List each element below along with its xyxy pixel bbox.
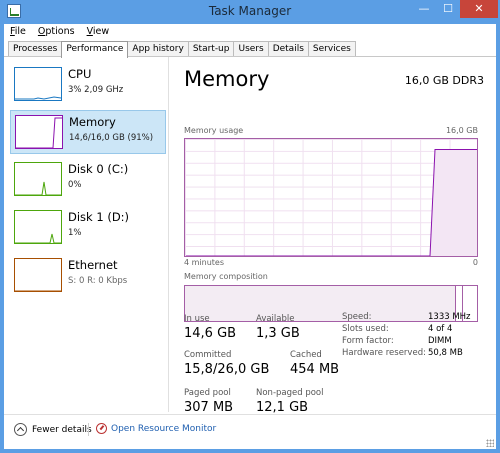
sidebar-cpu-value: 3% 2,09 GHz [68, 85, 124, 95]
menu-options-rest: ptions [45, 26, 75, 37]
sidebar-item-cpu[interactable]: CPU 3% 2,09 GHz [10, 63, 166, 107]
resource-monitor-icon [96, 423, 107, 434]
sidebar-disk1-value: 1% [68, 228, 82, 238]
spec-hardware-reserved-value: 50,8 MB [428, 348, 463, 358]
stat-committed: Committed 15,8/26,0 GB [184, 350, 269, 377]
spec-speed: Speed: 1333 MHz [342, 312, 482, 324]
fewer-details-button[interactable]: Fewer details [14, 423, 92, 436]
spec-speed-key: Speed: [342, 312, 372, 322]
stat-non-paged-pool-label: Non-paged pool [256, 388, 324, 398]
cpu-thumbnail-graph [14, 67, 62, 101]
memory-usage-graph [184, 138, 478, 257]
menu-bar: File Options View [4, 24, 496, 39]
stat-cached-label: Cached [290, 350, 322, 360]
sidebar-cpu-name: CPU [68, 67, 92, 81]
stat-paged-pool-label: Paged pool [184, 388, 231, 398]
sidebar-item-disk0[interactable]: Disk 0 (C:) 0% [10, 158, 166, 202]
spec-form-factor-value: DIMM [428, 336, 452, 346]
stat-available-label: Available [256, 314, 295, 324]
memory-spec: 16,0 GB DDR3 [404, 74, 484, 87]
tab-services[interactable]: Services [307, 41, 356, 57]
fewer-details-label: Fewer details [32, 424, 92, 435]
window-client: File Options View Processes Performance … [4, 24, 496, 449]
tab-processes[interactable]: Processes [8, 41, 63, 57]
memory-usage-label: Memory usage [184, 126, 244, 135]
stat-in-use-label: In use [184, 314, 210, 324]
memory-composition-label: Memory composition [184, 272, 268, 281]
disk0-thumbnail-graph [14, 162, 62, 196]
spec-slots-value: 4 of 4 [428, 324, 453, 334]
menu-file-rest: ile [14, 26, 26, 37]
sidebar-item-memory[interactable]: Memory 14,6/16,0 GB (91%) [10, 110, 166, 154]
memory-specs: Speed: 1333 MHz Slots used: 4 of 4 Form fa… [342, 312, 482, 360]
title-bar[interactable]: Task Manager — ☐ ✕ [0, 0, 500, 24]
stat-in-use: In use 14,6 GB [184, 314, 236, 341]
memory-usage-area [430, 149, 477, 256]
sidebar-memory-value: 14,6/16,0 GB (91%) [69, 133, 154, 143]
minimize-button[interactable]: — [412, 0, 436, 18]
ethernet-thumbnail-graph [14, 258, 62, 292]
sidebar-memory-name: Memory [69, 115, 116, 129]
stat-non-paged-pool-value: 12,1 GB [256, 400, 309, 415]
tab-start-up[interactable]: Start-up [187, 41, 235, 57]
tab-app-history[interactable]: App history [127, 41, 189, 57]
footer-separator [88, 423, 89, 436]
spec-form-factor-key: Form factor: [342, 336, 394, 346]
memory-usage-max: 16,0 GB [445, 126, 478, 135]
sidebar-disk1-name: Disk 1 (D:) [68, 210, 130, 224]
tab-users[interactable]: Users [233, 41, 269, 57]
stat-cached: Cached 454 MB [290, 350, 339, 377]
spec-speed-value: 1333 MHz [428, 312, 471, 322]
tab-performance[interactable]: Performance [61, 41, 129, 58]
disk1-thumbnail-graph [14, 210, 62, 244]
memory-thumbnail-graph [15, 115, 63, 149]
stat-in-use-value: 14,6 GB [184, 326, 237, 341]
menu-view-rest: iew [92, 26, 110, 37]
sidebar-item-ethernet[interactable]: Ethernet S: 0 R: 0 Kbps [10, 254, 166, 298]
stat-paged-pool-value: 307 MB [184, 400, 234, 415]
menu-options[interactable]: Options [38, 24, 75, 39]
spec-slots: Slots used: 4 of 4 [342, 324, 482, 336]
spec-hardware-reserved-key: Hardware reserved: [342, 348, 426, 358]
close-button[interactable]: ✕ [460, 0, 498, 18]
stat-non-paged-pool: Non-paged pool 12,1 GB [256, 388, 324, 415]
sidebar-item-disk1[interactable]: Disk 1 (D:) 1% [10, 206, 166, 250]
spec-hardware-reserved: Hardware reserved: 50,8 MB [342, 348, 482, 360]
sidebar-ethernet-value: S: 0 R: 0 Kbps [68, 276, 128, 286]
performance-sidebar: CPU 3% 2,09 GHz Memory 14,6/16,0 GB (91%… [4, 57, 169, 412]
memory-usage-line [186, 149, 477, 256]
stat-available-value: 1,3 GB [256, 326, 300, 341]
chevron-up-icon [14, 423, 27, 436]
open-resource-monitor-link[interactable]: Open Resource Monitor [96, 423, 216, 434]
footer-divider [4, 414, 496, 415]
sidebar-ethernet-name: Ethernet [68, 258, 118, 272]
stat-cached-value: 454 MB [290, 362, 340, 377]
stat-committed-value: 15,8/26,0 GB [184, 362, 270, 377]
stat-committed-label: Committed [184, 350, 232, 360]
stat-paged-pool: Paged pool 307 MB [184, 388, 233, 415]
stat-available: Available 1,3 GB [256, 314, 300, 341]
open-resource-monitor-label: Open Resource Monitor [111, 423, 217, 434]
page-title: Memory [184, 67, 270, 91]
spec-form-factor: Form factor: DIMM [342, 336, 482, 348]
menu-file[interactable]: File [10, 24, 26, 39]
menu-view[interactable]: View [87, 24, 110, 39]
spec-slots-key: Slots used: [342, 324, 389, 334]
tab-details[interactable]: Details [267, 41, 309, 57]
time-range-label: 4 minutes [184, 258, 225, 267]
maximize-button[interactable]: ☐ [436, 0, 460, 18]
sidebar-disk0-value: 0% [68, 180, 82, 190]
tab-strip: Processes Performance App history Start-… [8, 41, 356, 58]
sidebar-disk0-name: Disk 0 (C:) [68, 162, 129, 176]
resize-grip[interactable] [486, 439, 494, 447]
time-end-label: 0 [472, 258, 478, 267]
